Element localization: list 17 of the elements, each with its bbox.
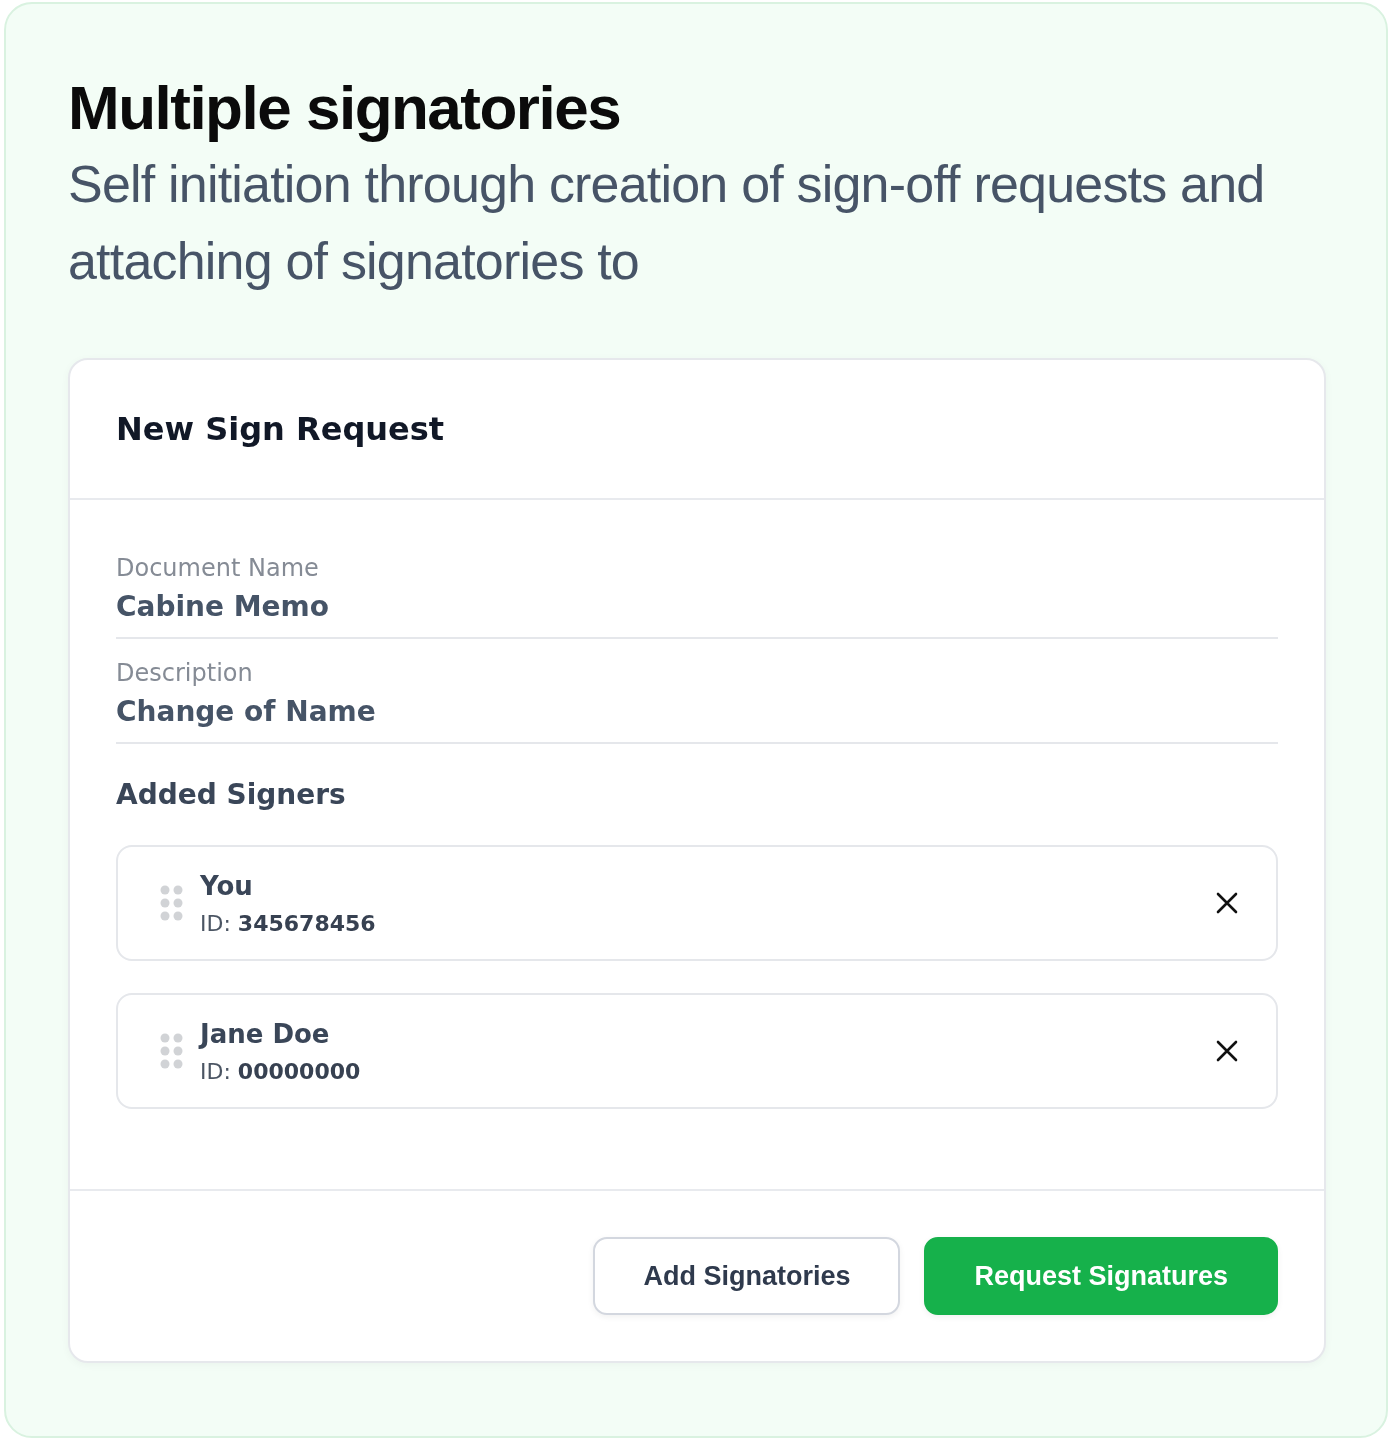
field-value: Cabine Memo xyxy=(116,590,331,623)
signer-id: ID: 345678456 xyxy=(200,910,377,936)
page-title: Multiple signatories xyxy=(68,72,622,144)
field-value: Change of Name xyxy=(116,695,377,728)
field-label: Description xyxy=(116,659,254,687)
form-field[interactable]: Document Name Cabine Memo xyxy=(116,546,1278,639)
signer-id: ID: 00000000 xyxy=(200,1058,362,1084)
drag-handle-icon[interactable] xyxy=(160,885,184,921)
card-title: New Sign Request xyxy=(116,410,445,448)
signer-name: Jane Doe xyxy=(200,1018,331,1049)
signer-name: You xyxy=(200,870,254,901)
form-field[interactable]: Description Change of Name xyxy=(116,651,1278,744)
section-title: Added Signers xyxy=(116,778,347,811)
add-button[interactable]: Add Signatories xyxy=(593,1237,901,1315)
page-subtitle: Self initiation through creation of sign-off requests and attaching of signatories to xyxy=(68,154,1266,292)
drag-handle-icon[interactable] xyxy=(160,1033,184,1069)
field-label: Document Name xyxy=(116,554,320,582)
